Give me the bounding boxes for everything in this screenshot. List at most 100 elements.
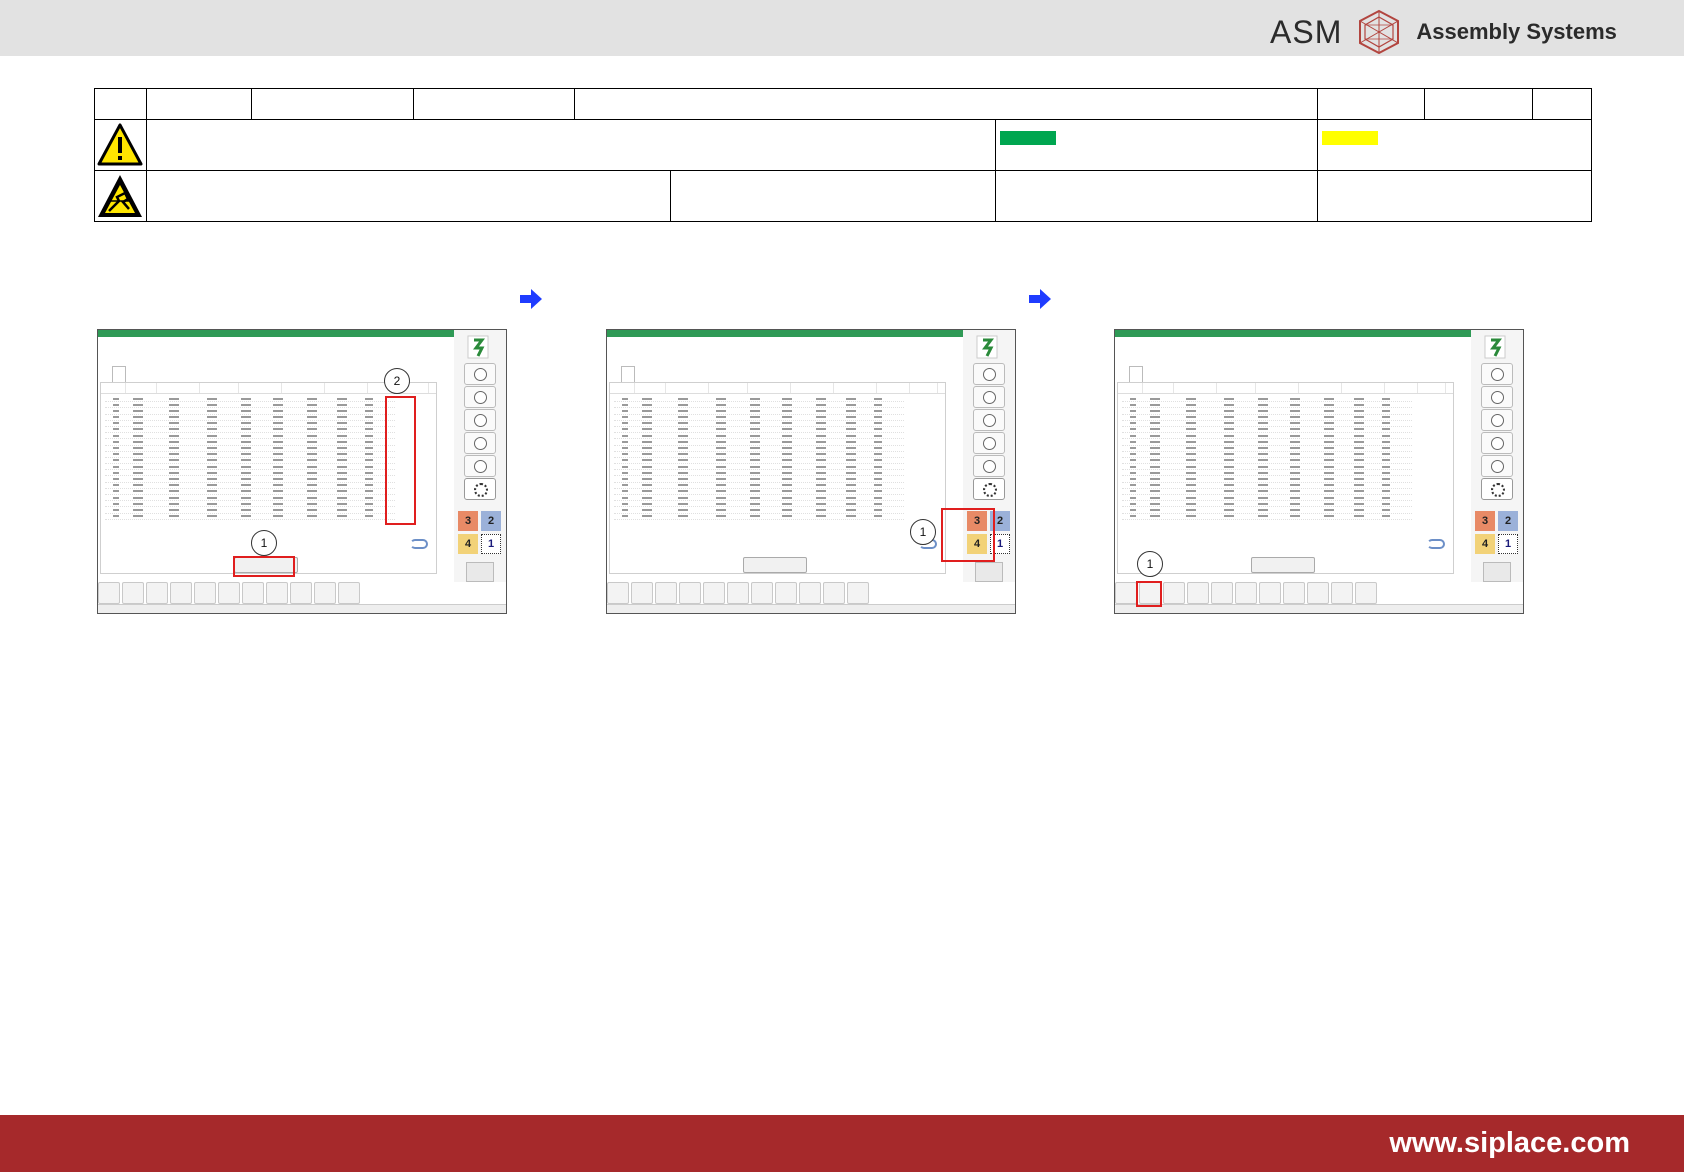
tile-1[interactable]: 1 xyxy=(481,534,501,554)
screenshot-panel: 3241 xyxy=(606,329,1016,614)
tab-3[interactable] xyxy=(1143,366,1155,382)
tab-3[interactable] xyxy=(635,366,647,382)
side-button[interactable] xyxy=(464,432,496,454)
wrench-icon[interactable] xyxy=(847,582,869,604)
side-button[interactable] xyxy=(1481,455,1513,477)
info-cell xyxy=(1532,88,1593,120)
side-button[interactable] xyxy=(973,432,1005,454)
side-button[interactable] xyxy=(1481,363,1513,385)
tab-1[interactable] xyxy=(609,366,621,382)
tab-1[interactable] xyxy=(100,366,112,382)
side-button[interactable] xyxy=(973,455,1005,477)
tile-4[interactable]: 4 xyxy=(458,534,478,554)
book-icon[interactable] xyxy=(1211,582,1233,604)
side-button[interactable] xyxy=(464,478,496,500)
chart-icon[interactable] xyxy=(655,582,677,604)
exit-icon[interactable] xyxy=(975,562,1003,582)
tile-2[interactable]: 2 xyxy=(481,511,501,531)
toolbar-button-highlight xyxy=(1136,581,1162,607)
tile-1[interactable]: 1 xyxy=(1498,534,1518,554)
tab-strip xyxy=(1117,366,1167,383)
globe-icon[interactable] xyxy=(1115,582,1137,604)
tile-3[interactable]: 3 xyxy=(1475,511,1495,531)
gears-icon[interactable] xyxy=(823,582,845,604)
side-button[interactable] xyxy=(464,409,496,431)
tab-4[interactable] xyxy=(138,366,150,382)
graph-icon[interactable] xyxy=(727,582,749,604)
pen-icon[interactable] xyxy=(290,582,312,604)
disc-icon[interactable] xyxy=(751,582,773,604)
tab-strip xyxy=(100,366,150,383)
yellow-swatch-cell xyxy=(1317,119,1593,171)
exit-icon[interactable] xyxy=(466,562,494,582)
globe-icon[interactable] xyxy=(98,582,120,604)
person-icon[interactable] xyxy=(679,582,701,604)
book-icon[interactable] xyxy=(703,582,725,604)
disc-icon[interactable] xyxy=(1259,582,1281,604)
side-button[interactable] xyxy=(464,363,496,385)
footer-url[interactable]: www.siplace.com xyxy=(1389,1127,1630,1160)
callout-1: 1 xyxy=(1137,551,1163,577)
warning-icon-cell xyxy=(94,119,147,171)
grid-icon[interactable] xyxy=(631,582,653,604)
side-button[interactable] xyxy=(973,478,1005,500)
side-button[interactable] xyxy=(464,455,496,477)
nozzle-icon[interactable] xyxy=(1283,582,1305,604)
refresh-icon[interactable] xyxy=(1427,539,1445,549)
tile-3[interactable]: 3 xyxy=(458,511,478,531)
wrench-icon[interactable] xyxy=(338,582,360,604)
side-button[interactable] xyxy=(973,409,1005,431)
person-icon[interactable] xyxy=(1187,582,1209,604)
side-button[interactable] xyxy=(1481,432,1513,454)
flag-icon xyxy=(467,335,489,359)
asm-logo-mark-icon xyxy=(1359,9,1400,55)
asm-logo: ASM Assembly Systems xyxy=(1270,9,1617,55)
pen-icon[interactable] xyxy=(1307,582,1329,604)
graph-icon[interactable] xyxy=(218,582,240,604)
tab-2[interactable] xyxy=(621,366,635,383)
tab-2[interactable] xyxy=(112,366,126,383)
chart-icon[interactable] xyxy=(1163,582,1185,604)
arrow-right-icon xyxy=(520,289,542,309)
grid-icon[interactable] xyxy=(122,582,144,604)
tab-2[interactable] xyxy=(1129,366,1143,383)
tile-2[interactable]: 2 xyxy=(1498,511,1518,531)
exit-icon[interactable] xyxy=(1483,562,1511,582)
tile-4[interactable]: 4 xyxy=(1475,534,1495,554)
measure-button[interactable] xyxy=(1251,557,1315,573)
side-button[interactable] xyxy=(973,386,1005,408)
side-button[interactable] xyxy=(1481,386,1513,408)
chart-icon[interactable] xyxy=(146,582,168,604)
document-info-table xyxy=(94,88,1593,222)
wrench-icon[interactable] xyxy=(1355,582,1377,604)
window-title-bar xyxy=(607,330,996,337)
nozzle-icon[interactable] xyxy=(266,582,288,604)
pen-icon[interactable] xyxy=(799,582,821,604)
graph-icon[interactable] xyxy=(1235,582,1257,604)
side-button[interactable] xyxy=(1481,478,1513,500)
nozzle-icon[interactable] xyxy=(775,582,797,604)
globe-icon[interactable] xyxy=(607,582,629,604)
esd-text-cell xyxy=(146,170,671,222)
tab-3[interactable] xyxy=(126,366,138,382)
tab-4[interactable] xyxy=(647,366,659,382)
tab-1[interactable] xyxy=(1117,366,1129,382)
status-bar xyxy=(1115,604,1523,613)
esd-cell-2 xyxy=(670,170,996,222)
esd-icon-cell xyxy=(94,170,147,222)
gears-icon[interactable] xyxy=(1331,582,1353,604)
arrow-right-icon xyxy=(1029,289,1051,309)
disc-icon[interactable] xyxy=(242,582,264,604)
tab-strip xyxy=(609,366,659,383)
side-button[interactable] xyxy=(464,386,496,408)
gears-icon[interactable] xyxy=(314,582,336,604)
refresh-icon[interactable] xyxy=(410,539,428,549)
page-footer: www.siplace.com xyxy=(0,1115,1684,1172)
tab-4[interactable] xyxy=(1155,366,1167,382)
side-button[interactable] xyxy=(973,363,1005,385)
table-row xyxy=(1122,514,1412,520)
person-icon[interactable] xyxy=(170,582,192,604)
measure-button[interactable] xyxy=(743,557,807,573)
side-button[interactable] xyxy=(1481,409,1513,431)
book-icon[interactable] xyxy=(194,582,216,604)
